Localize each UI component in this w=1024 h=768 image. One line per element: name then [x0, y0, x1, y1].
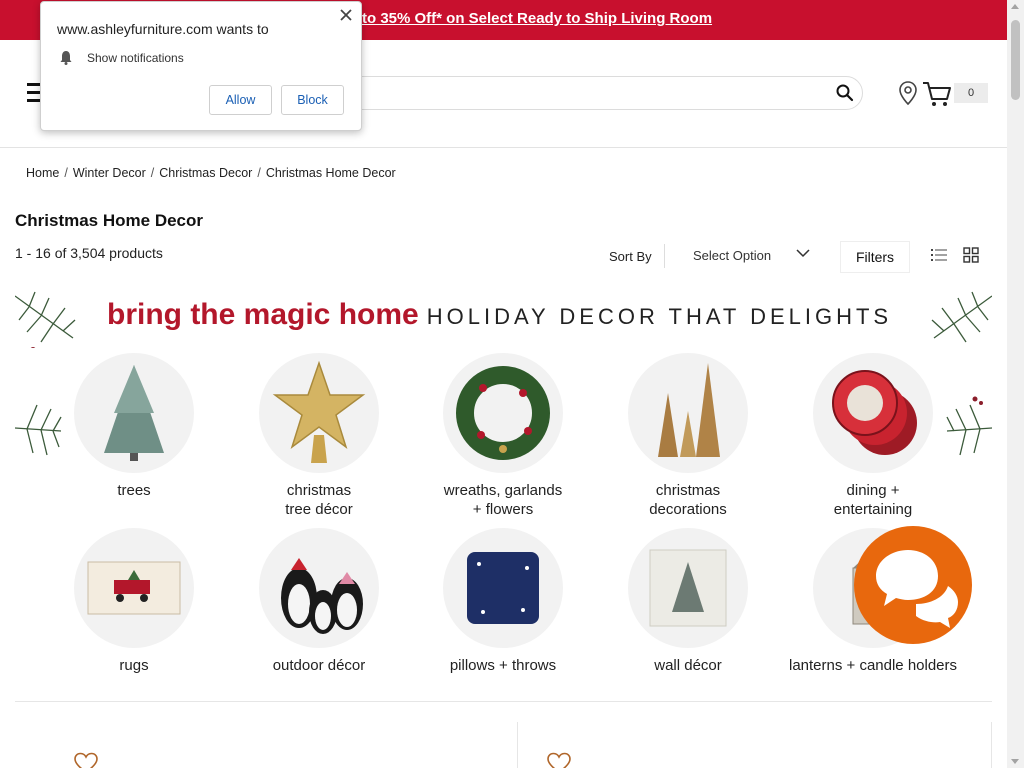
category-label: lanterns + candle holders [788, 657, 958, 674]
pine-branch-icon [931, 291, 992, 343]
banner-tagline: HOLIDAY DECOR THAT DELIGHTS [426, 304, 893, 329]
location-pin-icon[interactable] [897, 80, 919, 106]
notification-title: www.ashleyfurniture.com wants to [57, 21, 269, 37]
category-outdoor-decor[interactable]: outdoor décor [234, 528, 404, 675]
breadcrumb-current: Christmas Home Decor [265, 166, 396, 180]
chevron-down-icon[interactable] [796, 246, 810, 260]
cart-icon[interactable] [922, 80, 952, 108]
category-dining-entertaining[interactable]: dining + entertaining [788, 353, 958, 519]
product-grid [15, 701, 992, 768]
scroll-down-icon[interactable] [1011, 759, 1019, 764]
pillow-icon [443, 528, 563, 648]
breadcrumb-home[interactable]: Home [26, 166, 59, 180]
plates-icon [813, 353, 933, 473]
pine-branch-icon [15, 291, 76, 348]
breadcrumb-christmas-decor[interactable]: Christmas Decor [159, 166, 252, 180]
category-label: pillows + throws [449, 657, 557, 674]
search-bar [300, 76, 863, 110]
bell-icon [60, 51, 72, 65]
category-label: trees [117, 482, 151, 499]
sort-divider [664, 244, 665, 268]
holiday-banner[interactable]: bring the magic home HOLIDAY DECOR THAT D… [15, 288, 992, 688]
chat-bubbles-icon [876, 550, 958, 628]
product-card[interactable] [518, 722, 992, 768]
category-label: christmas decorations [649, 482, 727, 518]
christmas-tree-icon [74, 353, 194, 473]
category-pillows-throws[interactable]: pillows + throws [418, 528, 588, 675]
category-label: wall décor [654, 657, 722, 674]
cart-count-badge[interactable]: 0 [954, 83, 988, 103]
category-wall-decor[interactable]: wall décor [603, 528, 773, 675]
category-label: rugs [119, 657, 149, 674]
category-label: christmas tree décor [285, 482, 353, 518]
category-trees[interactable]: trees [49, 353, 219, 500]
cone-trees-icon [628, 353, 748, 473]
category-christmas-tree-decor[interactable]: christmas tree décor [234, 353, 404, 519]
page-title: Christmas Home Decor [15, 211, 204, 230]
filters-button[interactable]: Filters [840, 241, 910, 273]
grid-view-icon[interactable] [963, 247, 979, 263]
category-label: dining + entertaining [833, 482, 913, 518]
heart-icon[interactable] [73, 752, 99, 768]
wreath-icon [443, 353, 563, 473]
banner-accent-text: bring the magic home [107, 298, 419, 331]
scrollbar-thumb[interactable] [1011, 20, 1020, 100]
sort-select[interactable]: Select Option [693, 248, 771, 263]
sort-label: Sort By [609, 249, 652, 264]
scroll-up-icon[interactable] [1011, 4, 1019, 9]
list-view-icon[interactable] [931, 247, 947, 263]
breadcrumb-winter-decor[interactable]: Winter Decor [73, 166, 146, 180]
notification-permission-text: Show notifications [87, 51, 184, 65]
heart-icon[interactable] [546, 752, 572, 768]
notification-permission-popup: www.ashleyfurniture.com wants to Show no… [40, 1, 362, 131]
rug-icon [74, 528, 194, 648]
category-label: outdoor décor [272, 657, 366, 674]
block-button[interactable]: Block [281, 85, 344, 115]
category-wreaths[interactable]: wreaths, garlands + flowers [418, 353, 588, 519]
category-rugs[interactable]: rugs [49, 528, 219, 675]
search-input[interactable] [371, 83, 811, 103]
close-icon[interactable] [339, 8, 353, 22]
live-chat-button[interactable] [854, 526, 972, 644]
result-count: 1 - 16 of 3,504 products [15, 245, 163, 261]
breadcrumb: Home / Winter Decor / Christmas Decor / Christ… [26, 166, 396, 180]
category-christmas-decorations[interactable]: christmas decorations [603, 353, 773, 519]
allow-button[interactable]: Allow [209, 85, 272, 115]
penguins-icon [259, 528, 379, 648]
banner-heading: bring the magic home HOLIDAY DECOR THAT D… [107, 298, 892, 332]
star-topper-icon [259, 353, 379, 473]
wall-sign-icon [628, 528, 748, 648]
category-label: wreaths, garlands + flowers [443, 482, 563, 518]
search-icon[interactable] [835, 83, 855, 103]
promo-link[interactable]: to 35% Off* on Select Ready to Ship Livi… [362, 10, 712, 27]
page-scrollbar[interactable] [1007, 0, 1024, 768]
